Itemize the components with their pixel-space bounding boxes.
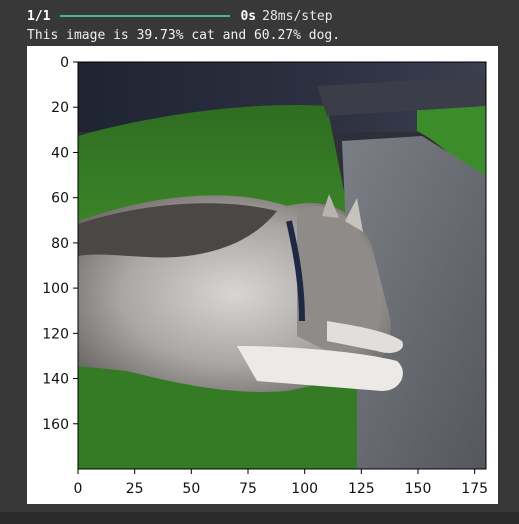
- x-tick-label: 100: [291, 481, 318, 497]
- y-tick-label: 140: [42, 372, 69, 388]
- x-tick-label: 0: [74, 481, 83, 497]
- dog-photo: [78, 62, 486, 469]
- progress-bar: [60, 15, 231, 17]
- progress-line: 1/1 0s 28ms/step: [27, 8, 333, 24]
- y-tick-label: 40: [51, 145, 69, 161]
- output-footer-strip: [0, 512, 519, 524]
- elapsed-time: 0s: [240, 8, 257, 24]
- step-counter: 1/1: [27, 8, 51, 24]
- y-tick-label: 80: [51, 236, 69, 252]
- x-tick-label: 75: [239, 481, 257, 497]
- x-tick-label: 50: [182, 481, 200, 497]
- y-tick-label: 20: [51, 100, 69, 116]
- cell-output-panel: 1/1 0s 28ms/step This image is 39.73% ca…: [0, 0, 519, 524]
- x-tick-label: 150: [405, 481, 432, 497]
- x-axis: 0 25 50 75 100 125 150 175: [74, 469, 488, 497]
- x-tick-label: 125: [348, 481, 375, 497]
- y-tick-label: 120: [42, 326, 69, 342]
- progress-bar-fill: [60, 15, 231, 17]
- x-tick-label: 25: [126, 481, 144, 497]
- x-tick-label: 175: [461, 481, 488, 497]
- y-axis: 0 20 40 60 80 100 120 140 160: [42, 55, 78, 433]
- y-tick-label: 0: [60, 55, 69, 71]
- y-tick-label: 100: [42, 281, 69, 297]
- image-figure: 0 20 40 60 80 100 120 140 160 0 25 50 75 100 125 150 17…: [27, 46, 498, 504]
- y-tick-label: 160: [42, 417, 69, 433]
- step-time: 28ms/step: [262, 8, 333, 24]
- plot-svg: 0 20 40 60 80 100 120 140 160 0 25 50 75 100 125 150 17…: [42, 55, 488, 497]
- prediction-result-text: This image is 39.73% cat and 60.27% dog.: [27, 28, 341, 43]
- y-tick-label: 60: [51, 191, 69, 207]
